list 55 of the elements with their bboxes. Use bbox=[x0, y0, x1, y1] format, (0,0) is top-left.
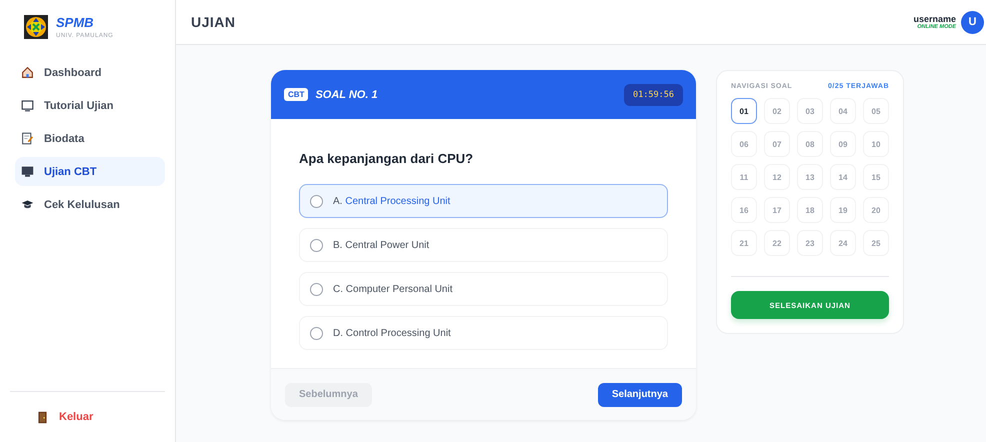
question-number-button[interactable]: 08 bbox=[797, 131, 823, 157]
brand-title: SPMB bbox=[56, 15, 95, 30]
cbt-badge: CBT bbox=[284, 88, 308, 101]
door-icon bbox=[36, 410, 49, 424]
question-number-button[interactable]: 03 bbox=[797, 98, 823, 124]
answer-option[interactable]: A. Central Processing Unit bbox=[299, 184, 668, 218]
question-text: Apa kepanjangan dari CPU? bbox=[299, 151, 474, 166]
answer-option[interactable]: C. Computer Personal Unit bbox=[299, 272, 668, 306]
answer-option[interactable]: B. Central Power Unit bbox=[299, 228, 668, 262]
question-number-button[interactable]: 25 bbox=[863, 230, 889, 256]
logo-icon bbox=[24, 15, 48, 39]
question-number-button[interactable]: 09 bbox=[830, 131, 856, 157]
answer-option[interactable]: D. Control Processing Unit bbox=[299, 316, 668, 350]
question-number-button[interactable]: 23 bbox=[797, 230, 823, 256]
question-number-button[interactable]: 18 bbox=[797, 197, 823, 223]
question-number-button[interactable]: 12 bbox=[764, 164, 790, 190]
question-number-button[interactable]: 14 bbox=[830, 164, 856, 190]
avatar[interactable]: U bbox=[961, 10, 984, 34]
question-number-button[interactable]: 22 bbox=[764, 230, 790, 256]
question-number: SOAL NO. 1 bbox=[315, 88, 378, 100]
screen-icon bbox=[21, 99, 34, 112]
sidebar-item[interactable]: Biodata bbox=[15, 124, 165, 153]
house-icon bbox=[21, 66, 34, 79]
question-number-button[interactable]: 16 bbox=[731, 197, 757, 223]
question-number-button[interactable]: 15 bbox=[863, 164, 889, 190]
question-number-button[interactable]: 20 bbox=[863, 197, 889, 223]
question-number-button[interactable]: 19 bbox=[830, 197, 856, 223]
sidebar-item[interactable]: Cek Kelulusan bbox=[15, 190, 165, 219]
question-number-button[interactable]: 02 bbox=[764, 98, 790, 124]
notepad-icon bbox=[21, 132, 34, 145]
question-number-button[interactable]: 11 bbox=[731, 164, 757, 190]
sidebar-item[interactable]: Dashboard bbox=[15, 58, 165, 87]
question-number-button[interactable]: 04 bbox=[830, 98, 856, 124]
graduation-cap-icon bbox=[21, 198, 34, 211]
question-number-button[interactable]: 05 bbox=[863, 98, 889, 124]
sidebar-item[interactable]: Ujian CBT bbox=[15, 157, 165, 186]
radio-button[interactable] bbox=[310, 194, 323, 208]
page-title: UJIAN bbox=[191, 14, 236, 30]
username: username bbox=[913, 14, 956, 24]
logout-item[interactable]: Keluar bbox=[10, 391, 165, 442]
radio-button[interactable] bbox=[310, 282, 323, 296]
question-number-button[interactable]: 01 bbox=[731, 98, 757, 124]
question-number-button[interactable]: 24 bbox=[830, 230, 856, 256]
timer: 01:59:56 bbox=[624, 84, 683, 106]
question-number-button[interactable]: 06 bbox=[731, 131, 757, 157]
monitor-icon bbox=[21, 165, 34, 178]
radio-button[interactable] bbox=[310, 238, 323, 252]
radio-button[interactable] bbox=[310, 326, 323, 340]
question-number-button[interactable]: 17 bbox=[764, 197, 790, 223]
sidebar-item[interactable]: Tutorial Ujian bbox=[15, 91, 165, 120]
question-number-button[interactable]: 07 bbox=[764, 131, 790, 157]
question-number-button[interactable]: 10 bbox=[863, 131, 889, 157]
question-number-button[interactable]: 21 bbox=[731, 230, 757, 256]
question-number-button[interactable]: 13 bbox=[797, 164, 823, 190]
next-button[interactable]: Selanjutnya bbox=[598, 382, 682, 406]
